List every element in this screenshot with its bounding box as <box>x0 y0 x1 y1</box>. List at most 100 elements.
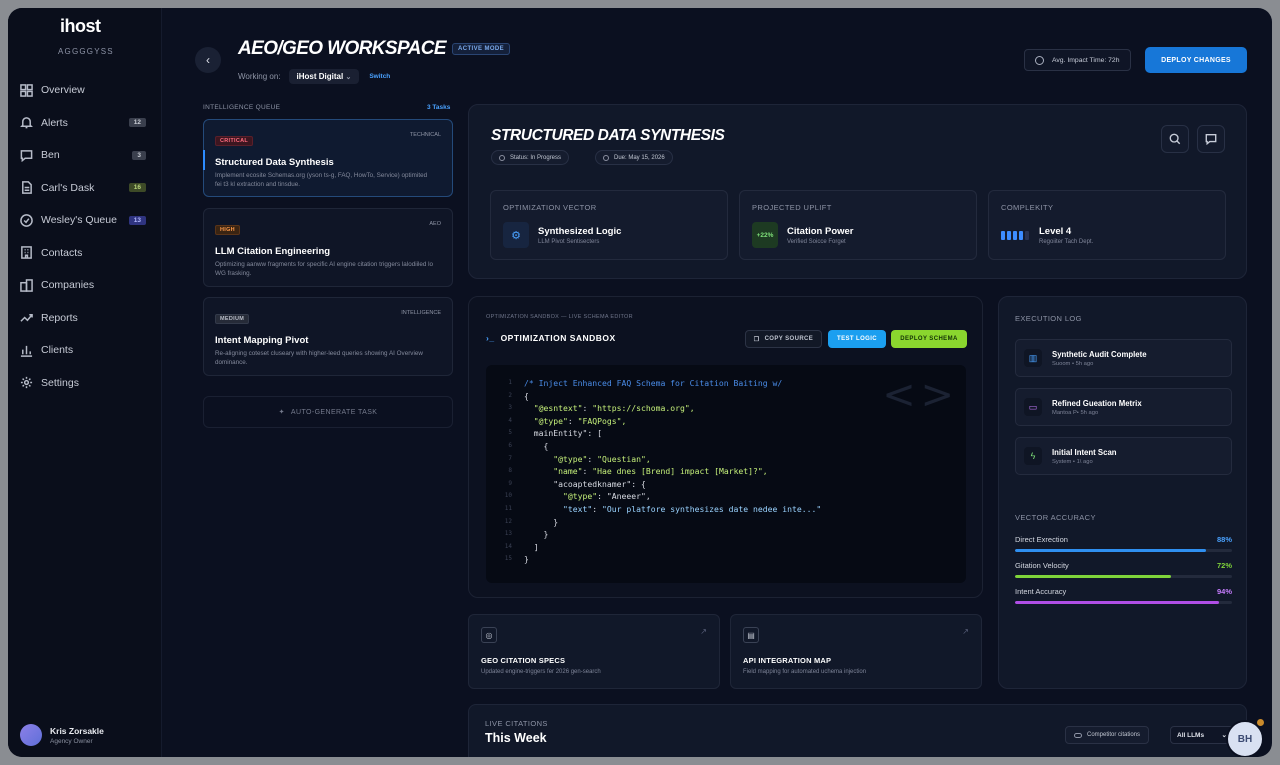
code-text: mainEntity": [ <box>533 428 602 439</box>
log-item-name: Refined Gueation Metrix <box>1052 398 1142 408</box>
log-item[interactable]: ▭ Refined Gueation Metrix Mantoa P• 5h ag… <box>1015 388 1232 426</box>
gear-icon <box>20 376 33 389</box>
notification-dot <box>1257 719 1264 726</box>
buildings-icon <box>20 278 33 292</box>
llm-select-value: All LLMs <box>1177 731 1205 739</box>
log-item-name: Initial Intent Scan <box>1052 447 1117 457</box>
sidebar-item-clients[interactable]: Clients <box>18 334 152 367</box>
accuracy-percent: 94% <box>1216 587 1232 596</box>
sidebar-item-wesleys-queue[interactable]: Wesley's Queue 13 <box>18 204 152 237</box>
comment-button[interactable] <box>1197 125 1225 153</box>
user-role: Agency Owner <box>50 737 93 745</box>
switch-link[interactable]: Switch <box>369 73 390 80</box>
user-profile[interactable]: Kris Zorsakle Agency Owner <box>20 724 104 746</box>
auto-generate-task-button[interactable]: ✦ AUTO-GENERATE TASK <box>203 396 453 428</box>
accuracy-row: Direct Exrection 88% <box>1015 535 1232 552</box>
sidebar-item-alerts[interactable]: Alerts 12 <box>18 107 152 140</box>
code-key: "text" <box>562 503 593 514</box>
sidebar-item-label: Carl's Dask <box>41 181 95 194</box>
card-title: GEO CITATION SPECS <box>481 656 566 665</box>
code-value: "Our platfore synthesizes date nedee int… <box>601 503 822 514</box>
status-text: Status: In Progress <box>510 154 562 161</box>
file-icon <box>20 181 33 195</box>
search-button[interactable] <box>1161 125 1189 153</box>
sidebar-item-contacts[interactable]: Contacts <box>18 237 152 270</box>
line-number: 5 <box>508 429 512 437</box>
impact-text: Avg. Impact Time: 72h <box>1052 56 1120 64</box>
competitor-citations-toggle[interactable]: Competitor citations <box>1065 726 1150 744</box>
llm-select[interactable]: All LLMs ⌄ <box>1170 726 1234 744</box>
sidebar-item-carls-desk[interactable]: Carl's Dask 16 <box>18 172 152 205</box>
task-card[interactable]: HIGH AEO LLM Citation Engineering Optimi… <box>203 208 453 287</box>
page-title: AEO/GEO WORKSPACE <box>238 38 447 59</box>
line-number: 13 <box>504 530 512 538</box>
due-text: Due: May 15, 2026 <box>614 154 665 161</box>
card-description: Updated engine-triggers fer 2026 gen-sea… <box>481 669 601 675</box>
line-number: 10 <box>504 492 512 500</box>
metric-card: OPTIMIZATION VECTOR ⚙ Synthesized Logic L… <box>490 190 728 260</box>
external-link-icon[interactable]: ↗ <box>700 627 707 636</box>
accuracy-track <box>1015 601 1232 604</box>
code-separator: : <box>582 403 593 414</box>
code-editor[interactable]: < > 1 /* Inject Enhanced FAQ Schema for C… <box>486 365 966 583</box>
count-badge: 12 <box>128 118 146 128</box>
copy-source-button[interactable]: ❐ COPY SOURCE <box>745 330 822 348</box>
geo-citation-specs-card[interactable]: ◎ ↗ GEO CITATION SPECS Updated engine-tr… <box>468 614 720 689</box>
log-item[interactable]: ϟ Initial Intent Scan System • 1\ ago <box>1015 437 1232 475</box>
sidebar-item-ben[interactable]: Ben 3 <box>18 139 152 172</box>
metric-value: Level 4 <box>1039 226 1072 237</box>
working-label: Working on: <box>238 72 281 81</box>
code-text: { <box>543 440 549 451</box>
line-number: 6 <box>508 441 512 449</box>
test-logic-button[interactable]: TEST LOGIC <box>828 330 886 348</box>
external-link-icon[interactable]: ↗ <box>962 627 969 636</box>
sidebar-item-companies[interactable]: Companies <box>18 269 152 302</box>
task-name: Intent Mapping Pivot <box>215 335 309 346</box>
count-badge: 13 <box>128 215 146 225</box>
due-date-badge: Due: May 15, 2026 <box>595 150 673 165</box>
code-text: { <box>524 390 529 401</box>
sidebar-item-settings[interactable]: Settings <box>18 367 152 400</box>
line-number: 14 <box>504 542 512 550</box>
chat-icon <box>1205 134 1217 145</box>
card-description: Field mapping for automated uchema injec… <box>743 669 867 675</box>
task-card[interactable]: CRITICAL TECHNICAL Structured Data Synth… <box>203 119 453 197</box>
deploy-changes-button[interactable]: DEPLOY CHANGES <box>1145 47 1247 73</box>
queue-count[interactable]: 3 Tasks <box>427 104 450 111</box>
code-value: "FAQPogs", <box>577 415 627 426</box>
log-item-meta: System • 1\ ago <box>1052 458 1093 465</box>
sidebar-item-reports[interactable]: Reports <box>18 302 152 335</box>
live-citations-panel: LIVE CITATIONS This Week Competitor cita… <box>468 704 1247 757</box>
copy-icon: ❐ <box>753 336 760 343</box>
accuracy-track <box>1015 549 1232 552</box>
log-item[interactable]: ▥ Synthetic Audit Complete Suoom • 5h ago <box>1015 339 1232 377</box>
back-button[interactable]: ‹ <box>195 47 221 73</box>
sidebar-item-label: Companies <box>41 279 95 292</box>
code-separator: : <box>587 453 598 464</box>
priority-badge: MEDIUM <box>215 314 250 324</box>
app-logo[interactable]: ihost <box>60 16 101 37</box>
count-badge: 3 <box>132 150 146 160</box>
api-integration-map-card[interactable]: ▤ ↗ API INTEGRATION MAP Field mapping fo… <box>730 614 982 689</box>
log-item-meta: Suoom • 5h ago <box>1052 360 1094 367</box>
code-value: "Hae dnes [Brend] impact [Market]?", <box>592 466 768 477</box>
accuracy-fill <box>1015 575 1172 578</box>
line-number: 1 <box>508 379 512 386</box>
accuracy-label: Gitation Velocity <box>1015 561 1069 570</box>
user-name: Kris Zorsakle <box>50 725 104 736</box>
complexity-level-bars <box>1001 231 1029 240</box>
deploy-schema-button[interactable]: DEPLOY SCHEMA <box>891 330 967 348</box>
code-value: "Aneeer", <box>606 491 651 502</box>
chevron-down-icon: ⌄ <box>345 74 352 81</box>
sidebar-item-overview[interactable]: Overview <box>18 74 152 107</box>
metric-value: Citation Power <box>787 225 854 237</box>
code-line: 15} <box>496 553 966 566</box>
status-icon <box>499 154 505 161</box>
code-line: 8 "name": "Hae dnes [Brend] impact [Mark… <box>496 465 966 478</box>
task-card[interactable]: MEDIUM INTELLIGENCE Intent Mapping Pivot… <box>203 297 453 376</box>
workspace-select[interactable]: iHost Digital ⌄ <box>288 69 360 84</box>
